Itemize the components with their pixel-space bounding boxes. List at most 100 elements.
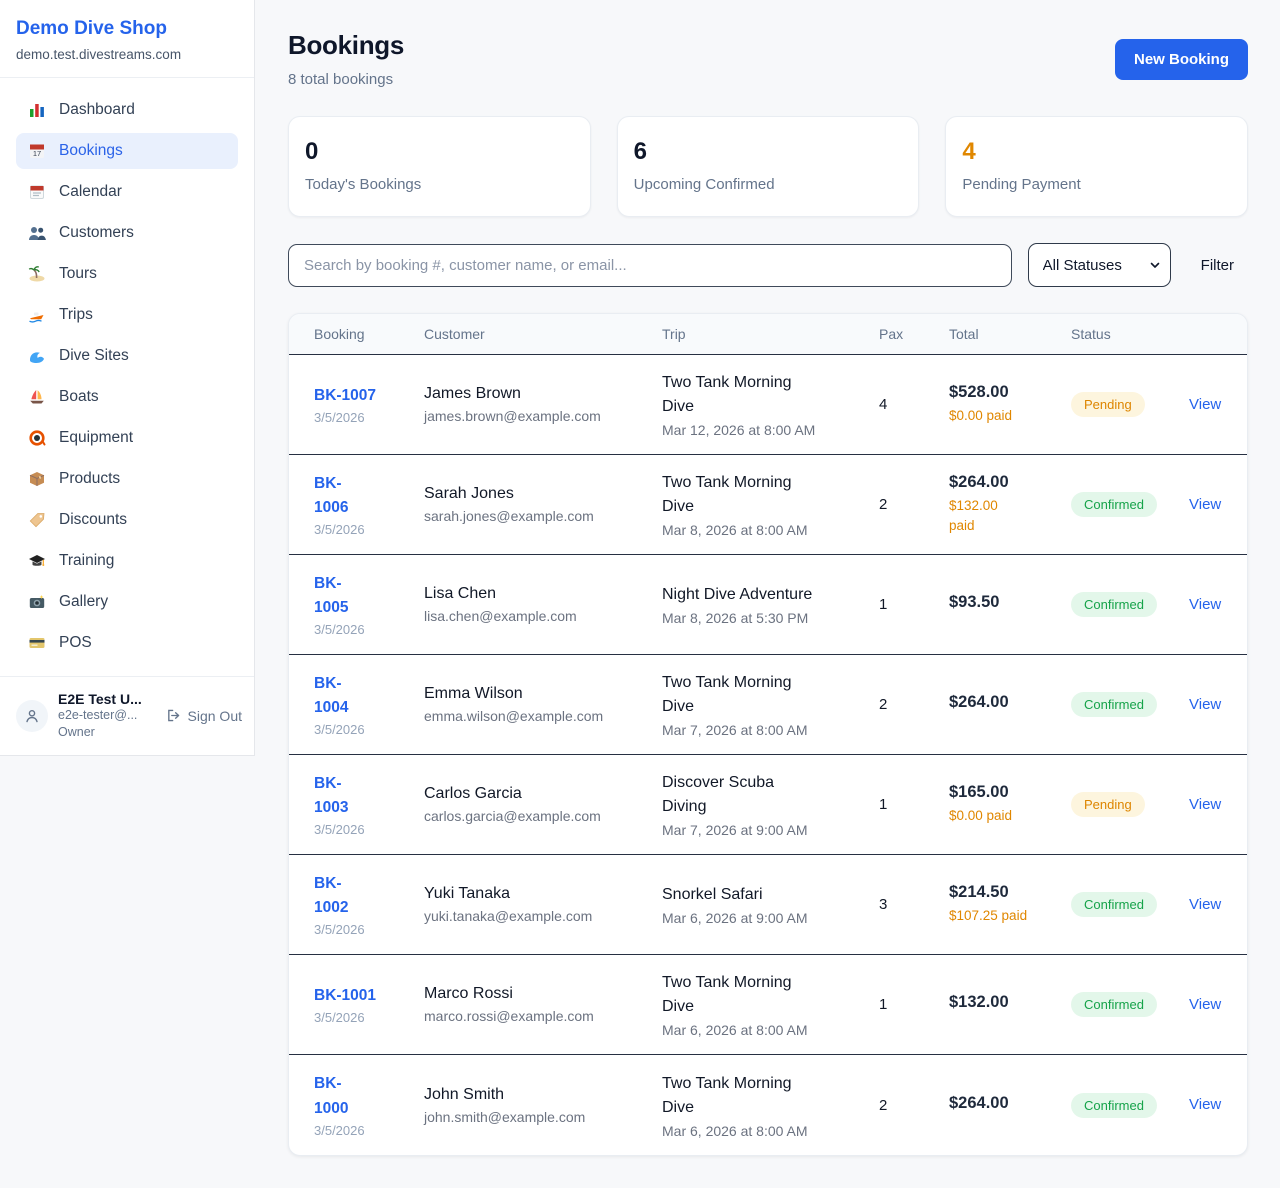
- status-badge: Confirmed: [1071, 992, 1157, 1017]
- actions-cell: View: [1189, 796, 1222, 814]
- actions-cell: View: [1189, 896, 1222, 914]
- sidebar-item-dashboard[interactable]: Dashboard: [16, 92, 238, 128]
- new-booking-button[interactable]: New Booking: [1115, 39, 1248, 80]
- view-link[interactable]: View: [1189, 996, 1221, 1013]
- sidebar-item-trips[interactable]: Trips: [16, 297, 238, 333]
- sidebar-item-label: Customers: [59, 224, 134, 242]
- booking-cell: BK-1000 3/5/2026: [314, 1072, 424, 1137]
- stat-value: 0: [305, 138, 574, 166]
- booking-link[interactable]: BK-1001: [314, 984, 376, 1008]
- sidebar-item-discounts[interactable]: Discounts: [16, 502, 238, 538]
- controls-row: All Statuses Filter: [288, 243, 1248, 287]
- booking-cell: BK-1005 3/5/2026: [314, 572, 424, 637]
- col-header-booking: Booking: [314, 326, 424, 342]
- trip-cell: Two Tank Morning Dive Mar 8, 2026 at 8:0…: [662, 471, 879, 538]
- view-link[interactable]: View: [1189, 1096, 1221, 1113]
- trip-name: Two Tank Morning Dive: [662, 1072, 822, 1120]
- col-header-total: Total: [949, 326, 1071, 342]
- pax-cell: 1: [879, 796, 949, 813]
- view-link[interactable]: View: [1189, 496, 1221, 513]
- total-amount: $165.00: [949, 783, 1071, 802]
- status-badge: Pending: [1071, 392, 1145, 417]
- booking-date: 3/5/2026: [314, 1123, 424, 1138]
- sidebar-item-gallery[interactable]: Gallery: [16, 584, 238, 620]
- booking-link[interactable]: BK-1006: [314, 472, 356, 520]
- page-header-text: Bookings 8 total bookings: [288, 30, 404, 88]
- customer-name: Yuki Tanaka: [424, 885, 662, 903]
- status-cell: Confirmed: [1071, 692, 1189, 717]
- user-info: E2E Test U... e2e-tester@... Owner: [58, 691, 155, 741]
- credit-card-icon: [28, 634, 46, 652]
- sidebar-item-calendar[interactable]: Calendar: [16, 174, 238, 210]
- trip-name: Two Tank Morning Dive: [662, 371, 822, 419]
- booking-date: 3/5/2026: [314, 722, 424, 737]
- diving-mask-icon: [28, 429, 46, 447]
- sign-out-button[interactable]: Sign Out: [165, 707, 242, 724]
- sidebar-item-products[interactable]: Products: [16, 461, 238, 497]
- customer-name: Marco Rossi: [424, 985, 662, 1003]
- booking-link[interactable]: BK-1007: [314, 384, 376, 408]
- customer-cell: Carlos Garcia carlos.garcia@example.com: [424, 785, 662, 824]
- booking-link[interactable]: BK-1005: [314, 572, 356, 620]
- customer-email: yuki.tanaka@example.com: [424, 908, 662, 924]
- status-badge: Confirmed: [1071, 1093, 1157, 1118]
- sidebar-item-label: Dashboard: [59, 101, 135, 119]
- sidebar-item-customers[interactable]: Customers: [16, 215, 238, 251]
- stat-label: Upcoming Confirmed: [634, 176, 903, 193]
- trip-datetime: Mar 6, 2026 at 9:00 AM: [662, 910, 879, 926]
- user-footer: E2E Test U... e2e-tester@... Owner Sign …: [0, 676, 254, 755]
- col-header-customer: Customer: [424, 326, 662, 342]
- booking-link[interactable]: BK-1002: [314, 872, 356, 920]
- tear-off-calendar-icon: [28, 183, 46, 201]
- search-input[interactable]: [288, 244, 1012, 287]
- customer-email: lisa.chen@example.com: [424, 608, 662, 624]
- view-link[interactable]: View: [1189, 796, 1221, 813]
- customer-email: carlos.garcia@example.com: [424, 808, 662, 824]
- customer-email: marco.rossi@example.com: [424, 1008, 662, 1024]
- booking-link[interactable]: BK-1003: [314, 772, 356, 820]
- page-subtitle: 8 total bookings: [288, 71, 404, 88]
- total-cell: $264.00: [949, 1094, 1071, 1117]
- sidebar-item-equipment[interactable]: Equipment: [16, 420, 238, 456]
- trip-cell: Two Tank Morning Dive Mar 7, 2026 at 8:0…: [662, 671, 879, 738]
- booking-link[interactable]: BK-1000: [314, 1072, 356, 1120]
- sidebar-item-bookings[interactable]: 17 Bookings: [16, 133, 238, 169]
- paid-amount: $107.25 paid: [949, 906, 1071, 926]
- user-role: Owner: [58, 724, 155, 741]
- person-icon: [22, 706, 42, 726]
- filter-button[interactable]: Filter: [1187, 257, 1248, 274]
- sidebar: Demo Dive Shop demo.test.divestreams.com…: [0, 0, 255, 756]
- actions-cell: View: [1189, 396, 1222, 414]
- total-cell: $165.00 $0.00 paid: [949, 783, 1071, 826]
- trip-cell: Night Dive Adventure Mar 8, 2026 at 5:30…: [662, 583, 879, 626]
- paid-amount: $132.00 paid: [949, 496, 1007, 535]
- table-row: BK-1000 3/5/2026 John Smith john.smith@e…: [289, 1055, 1247, 1155]
- user-name: E2E Test U...: [58, 691, 155, 707]
- page-header: Bookings 8 total bookings New Booking: [288, 30, 1248, 88]
- view-link[interactable]: View: [1189, 696, 1221, 713]
- sailboat-icon: [28, 388, 46, 406]
- sidebar-item-dive-sites[interactable]: Dive Sites: [16, 338, 238, 374]
- logout-icon: [165, 707, 182, 724]
- pax-cell: 4: [879, 396, 949, 413]
- stat-value: 6: [634, 138, 903, 166]
- table-row: BK-1001 3/5/2026 Marco Rossi marco.rossi…: [289, 955, 1247, 1055]
- table-row: BK-1003 3/5/2026 Carlos Garcia carlos.ga…: [289, 755, 1247, 855]
- booking-date: 3/5/2026: [314, 822, 424, 837]
- sidebar-item-boats[interactable]: Boats: [16, 379, 238, 415]
- trip-cell: Discover Scuba Diving Mar 7, 2026 at 9:0…: [662, 771, 879, 838]
- sidebar-item-training[interactable]: Training: [16, 543, 238, 579]
- view-link[interactable]: View: [1189, 396, 1221, 413]
- booking-link[interactable]: BK-1004: [314, 672, 356, 720]
- customer-cell: Marco Rossi marco.rossi@example.com: [424, 985, 662, 1024]
- total-cell: $264.00 $132.00 paid: [949, 473, 1071, 535]
- booking-date: 3/5/2026: [314, 1010, 424, 1025]
- sidebar-item-tours[interactable]: Tours: [16, 256, 238, 292]
- view-link[interactable]: View: [1189, 896, 1221, 913]
- view-link[interactable]: View: [1189, 596, 1221, 613]
- sidebar-item-pos[interactable]: POS: [16, 625, 238, 661]
- booking-date: 3/5/2026: [314, 922, 424, 937]
- actions-cell: View: [1189, 496, 1222, 514]
- status-filter-select[interactable]: All Statuses: [1028, 243, 1171, 287]
- paid-amount: $0.00 paid: [949, 806, 1071, 826]
